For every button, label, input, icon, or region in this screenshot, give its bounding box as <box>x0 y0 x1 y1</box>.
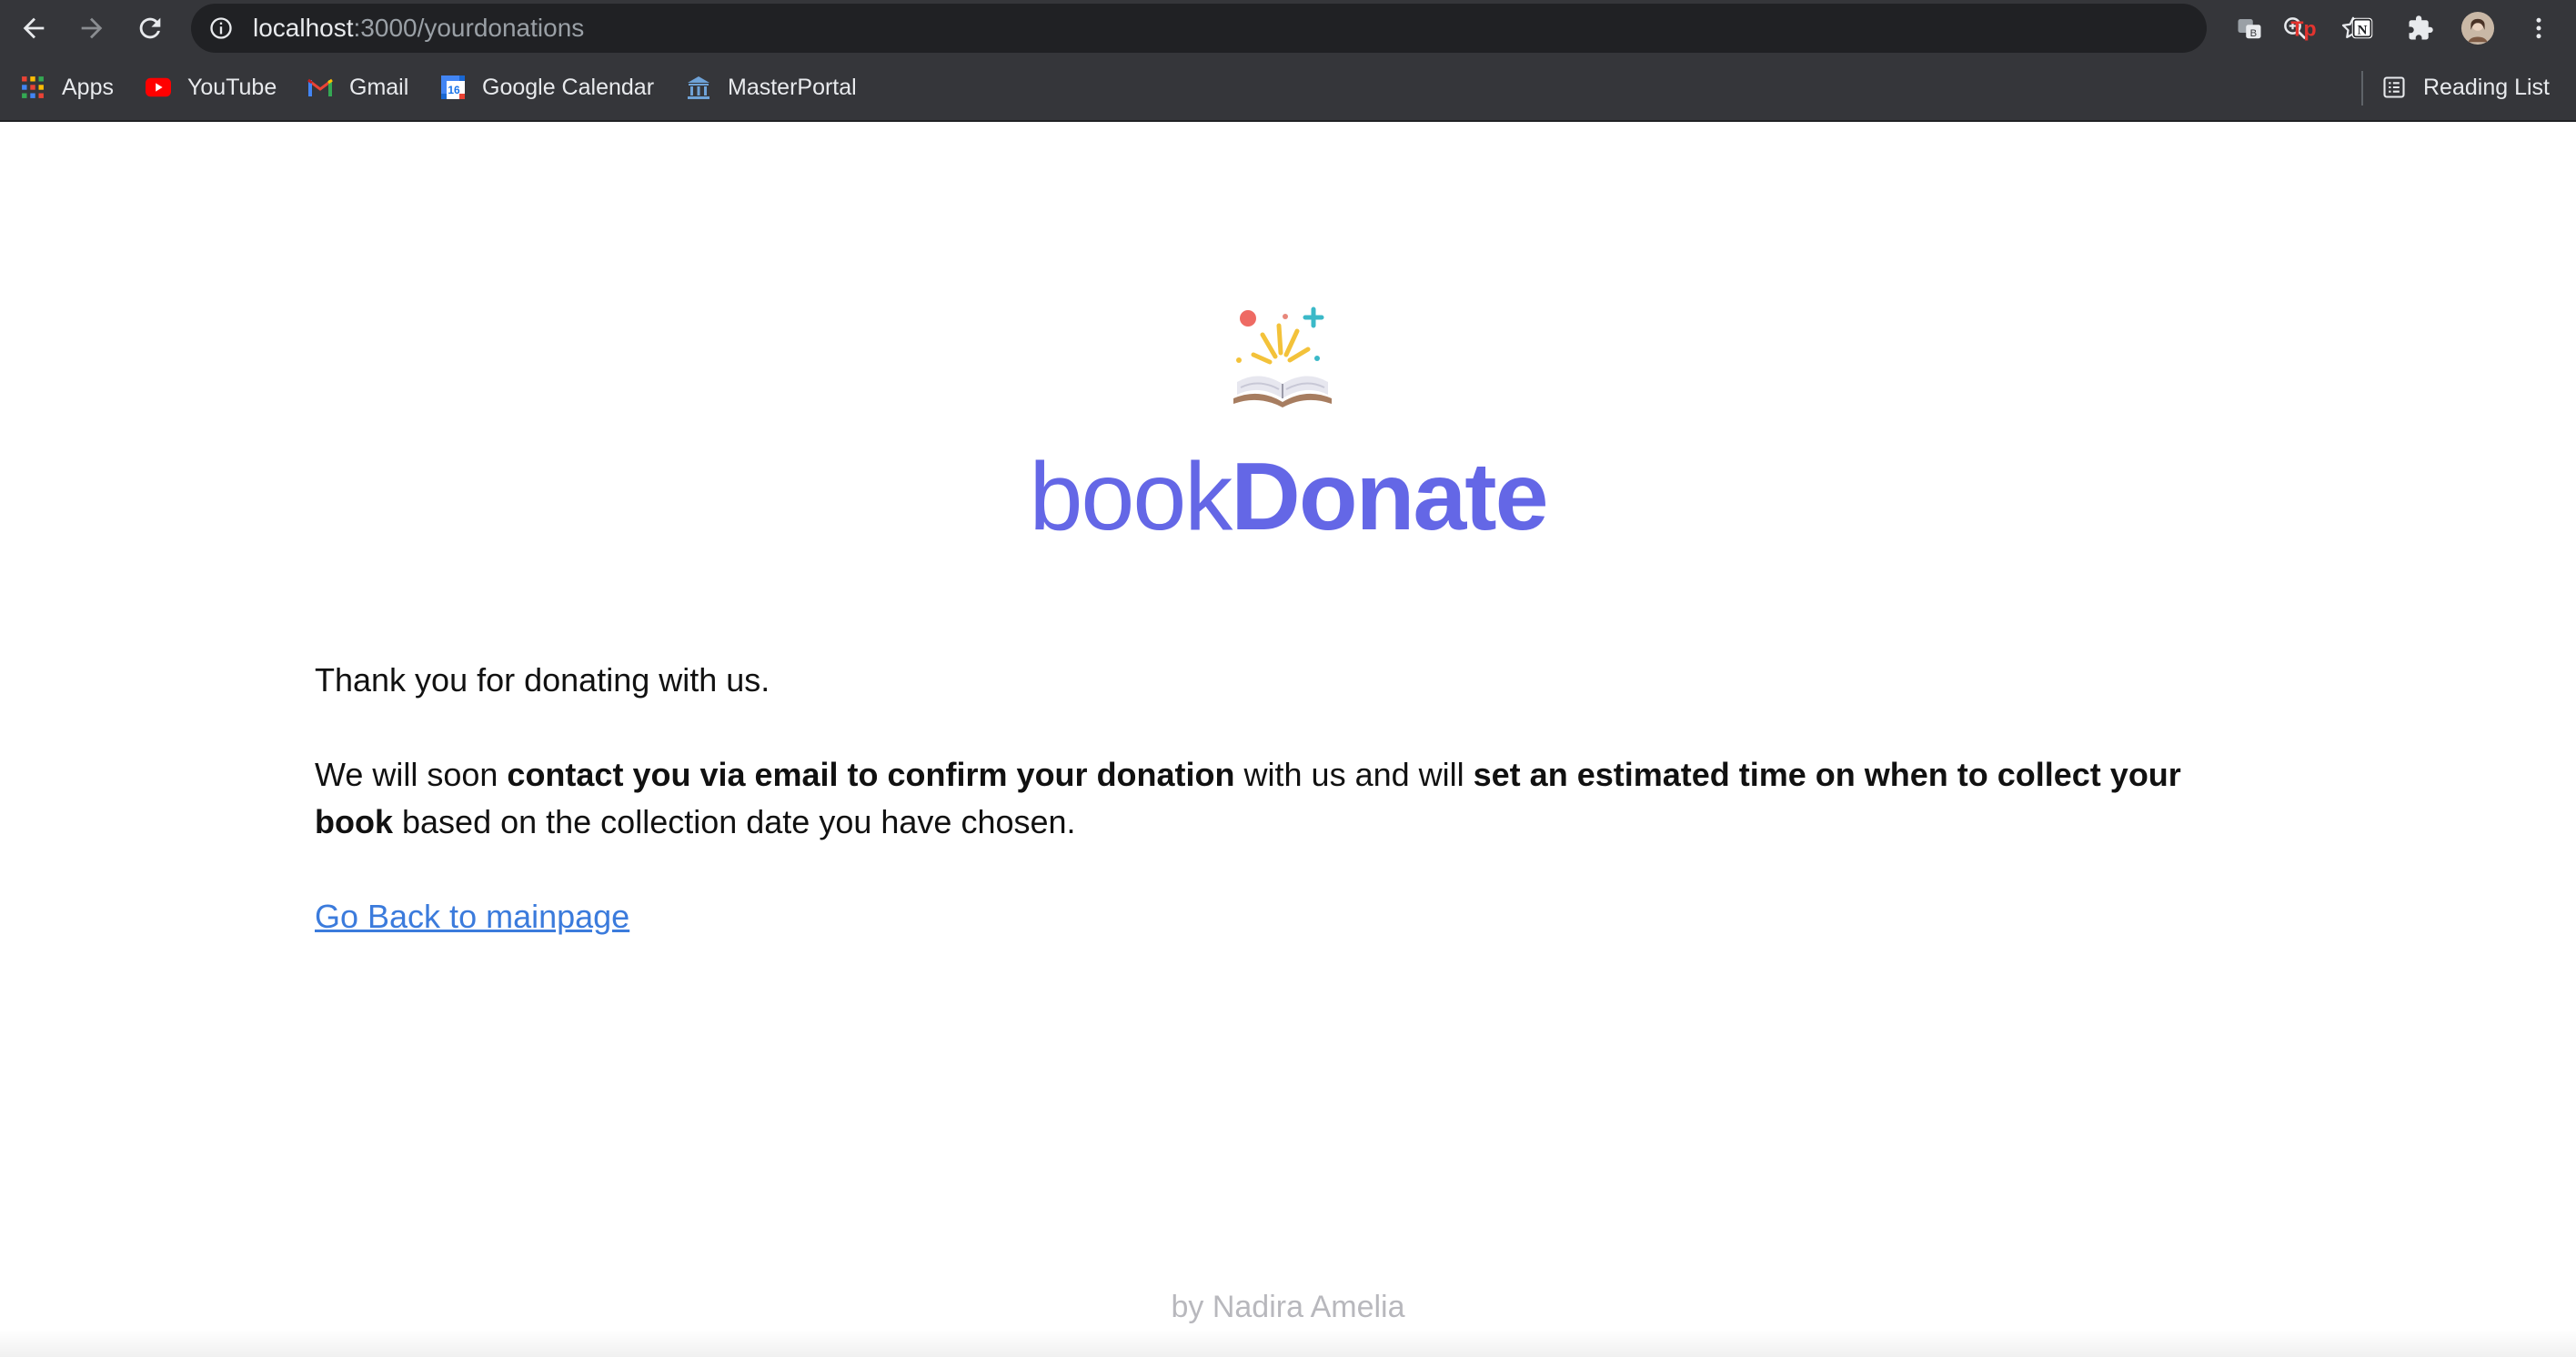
reading-list-label: Reading List <box>2423 74 2550 100</box>
forward-button[interactable] <box>71 7 113 49</box>
bookmark-label: Google Calendar <box>482 74 655 100</box>
next-steps-intro: We will soon <box>315 756 508 793</box>
next-steps-mid: with us and will <box>1234 756 1474 793</box>
apps-grid-icon <box>20 75 45 100</box>
url-host: localhost <box>253 14 354 42</box>
next-steps-text: We will soon contact you via email to co… <box>315 751 2261 846</box>
svg-text:Tp: Tp <box>2290 17 2316 41</box>
next-steps-emphasis-email: contact you via email to confirm your do… <box>507 756 1235 793</box>
footer-shadow <box>0 1330 2576 1357</box>
bookmark-label: YouTube <box>187 74 277 100</box>
bookmark-gmail[interactable]: Gmail <box>307 56 408 118</box>
reading-list-button[interactable]: Reading List <box>2381 56 2550 118</box>
browser-toolbar: localhost:3000/yourdonations B Tp N <box>0 0 2576 56</box>
next-steps-end: based on the collection date you have ch… <box>393 803 1076 840</box>
bookmark-label: MasterPortal <box>728 74 857 100</box>
url-text[interactable]: localhost:3000/yourdonations <box>253 4 584 53</box>
bookmark-google-calendar[interactable]: 16 Google Calendar <box>440 56 654 118</box>
reload-icon <box>139 17 161 39</box>
site-info-icon[interactable] <box>206 13 236 44</box>
bookmarks-bar: Apps YouTube Gmail 16 Google Calendar Ma… <box>0 56 2576 122</box>
brand-logo-text: bookDonate <box>0 442 2576 552</box>
gmail-icon <box>307 75 333 100</box>
url-path: :3000/yourdonations <box>353 14 585 42</box>
footer-credit: by Nadira Amelia <box>1171 1290 1405 1324</box>
bookmark-label: Gmail <box>349 74 409 100</box>
reload-button[interactable] <box>129 7 171 49</box>
bookmark-masterportal[interactable]: MasterPortal <box>686 56 857 118</box>
extension-notion-icon[interactable]: N <box>2345 11 2380 45</box>
back-button[interactable] <box>13 7 55 49</box>
reading-list-icon <box>2381 75 2407 100</box>
open-book-sparkle-icon <box>1233 307 1332 407</box>
svg-text:B: B <box>2250 28 2258 39</box>
brand-name-bold: Donate <box>1231 443 1548 550</box>
arrow-left-icon <box>23 17 45 39</box>
bookmark-label: Apps <box>62 74 114 100</box>
extension-tp-icon[interactable]: Tp <box>2287 11 2321 45</box>
bookmark-apps[interactable]: Apps <box>20 56 114 118</box>
back-to-mainpage-link[interactable]: Go Back to mainpage <box>315 893 629 940</box>
extensions-puzzle-icon[interactable] <box>2403 11 2438 45</box>
brand-name-light: book <box>1029 443 1233 550</box>
google-calendar-icon: 16 <box>440 75 466 100</box>
bookmark-youtube[interactable]: YouTube <box>146 56 277 118</box>
bookmarks-divider <box>2361 71 2363 106</box>
extension-translate-icon[interactable]: B <box>2232 11 2267 45</box>
profile-avatar[interactable] <box>2460 11 2495 45</box>
svg-text:N: N <box>2358 23 2368 37</box>
masterportal-icon <box>686 75 711 100</box>
youtube-icon <box>146 75 171 100</box>
browser-menu-icon[interactable] <box>2521 11 2556 45</box>
thank-you-text: Thank you for donating with us. <box>315 661 770 699</box>
arrow-right-icon <box>81 17 103 39</box>
calendar-day-number: 16 <box>448 84 460 96</box>
page-content: bookDonate Thank you for donating with u… <box>0 122 2576 1357</box>
address-bar[interactable]: localhost:3000/yourdonations <box>191 4 2365 53</box>
